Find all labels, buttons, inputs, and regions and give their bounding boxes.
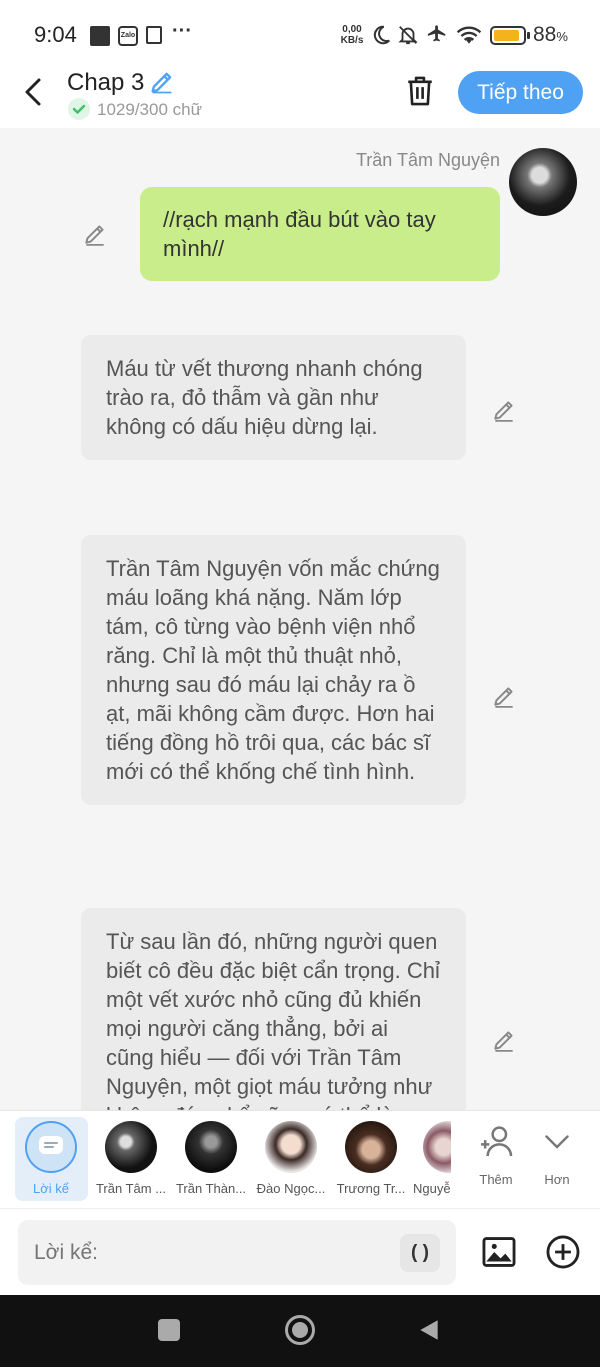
edit-title-icon[interactable] [148, 68, 176, 96]
character-item[interactable]: Đào Ngọc... [251, 1119, 331, 1196]
character-avatar [185, 1121, 237, 1173]
story-chat-area[interactable]: Trần Tâm Nguyện //rạch mạnh đầu bút vào … [0, 128, 600, 1110]
character-item[interactable]: Trần Thàn... [171, 1119, 251, 1196]
narration-bubble[interactable]: Máu từ vết thương nhanh chóng trào ra, đ… [81, 335, 466, 460]
edit-message-icon[interactable] [491, 1027, 517, 1053]
bell-off-icon [398, 26, 418, 45]
net-speed: 0,00 KB/s [338, 24, 366, 46]
edit-message-icon[interactable] [82, 221, 108, 247]
wifi-icon [456, 26, 482, 44]
back-arrow-icon[interactable] [20, 76, 48, 108]
more-notifications-icon: ··· [172, 20, 192, 42]
character-avatar [105, 1121, 157, 1173]
more-characters-label: Hơn [544, 1172, 570, 1187]
zalo-label: Zalo [120, 32, 136, 39]
character-avatar [345, 1121, 397, 1173]
character-selector: Lời kể Trần Tâm ... Trần Thàn... Đào Ngọ… [0, 1110, 600, 1208]
airplane-icon [427, 25, 446, 42]
speech-bubble-icon [39, 1136, 63, 1154]
image-icon[interactable] [480, 1233, 518, 1271]
character-name: Nguyễ [413, 1181, 451, 1196]
screenshot-icon [146, 26, 162, 44]
story-input-box[interactable]: ( ) [18, 1220, 456, 1285]
character-avatar [265, 1121, 317, 1173]
narration-bubble[interactable]: Từ sau lần đó, những người quen biết cô … [81, 908, 466, 1110]
plus-circle-icon[interactable] [544, 1233, 582, 1271]
speaker-name: Trần Tâm Nguyện [355, 150, 500, 170]
back-triangle-icon[interactable] [416, 1317, 442, 1343]
battery-percent: 88% [533, 23, 568, 47]
parenthesis-button[interactable]: ( ) [400, 1234, 440, 1272]
story-input[interactable] [34, 1236, 394, 1270]
character-name: Trương Tr... [336, 1181, 406, 1196]
speaker-avatar[interactable] [509, 148, 577, 216]
character-name: Trần Thàn... [175, 1181, 247, 1196]
check-icon [68, 98, 90, 120]
battery-value: 88 [533, 23, 557, 46]
recents-icon[interactable] [158, 1319, 180, 1341]
trash-icon[interactable] [404, 74, 436, 108]
character-narrator[interactable]: Lời kể [11, 1119, 91, 1196]
notification-icon [90, 26, 110, 46]
battery-icon [490, 26, 526, 45]
character-item[interactable]: Trương Tr... [331, 1119, 411, 1196]
net-speed-unit: KB/s [340, 35, 364, 46]
edit-message-icon[interactable] [491, 683, 517, 709]
home-icon[interactable] [285, 1315, 315, 1345]
character-name: Lời kể [33, 1181, 69, 1196]
narrator-avatar [25, 1121, 77, 1173]
system-nav-bar [0, 1295, 600, 1367]
character-name: Đào Ngọc... [256, 1181, 326, 1196]
net-speed-value: 0,00 [342, 24, 362, 35]
input-bar: ( ) [0, 1208, 600, 1295]
add-character-button[interactable]: Thêm [470, 1121, 522, 1187]
chapter-title[interactable]: Chap 3 [67, 69, 144, 97]
character-item[interactable]: Nguyễ [411, 1119, 451, 1201]
narration-bubble[interactable]: Trần Tâm Nguyện vốn mắc chứng máu loãng … [81, 535, 466, 805]
battery-unit: % [556, 29, 568, 44]
more-characters-button[interactable]: Hơn [533, 1121, 581, 1187]
word-count: 1029/300 chữ [97, 100, 202, 119]
add-person-icon [481, 1126, 513, 1157]
chevron-down-icon [545, 1135, 569, 1149]
zalo-icon: Zalo [118, 26, 138, 46]
user-message-bubble[interactable]: //rạch mạnh đầu bút vào tay mình// [140, 187, 500, 281]
character-item[interactable]: Trần Tâm ... [91, 1119, 171, 1196]
moon-icon [373, 25, 390, 45]
status-time: 9:04 [34, 22, 77, 47]
edit-message-icon[interactable] [491, 397, 517, 423]
next-button[interactable]: Tiếp theo [458, 71, 583, 114]
app-header: Chap 3 1029/300 chữ Tiếp theo [0, 60, 600, 128]
add-character-label: Thêm [479, 1172, 513, 1187]
character-name: Trần Tâm ... [95, 1181, 167, 1196]
character-avatar [423, 1121, 451, 1173]
